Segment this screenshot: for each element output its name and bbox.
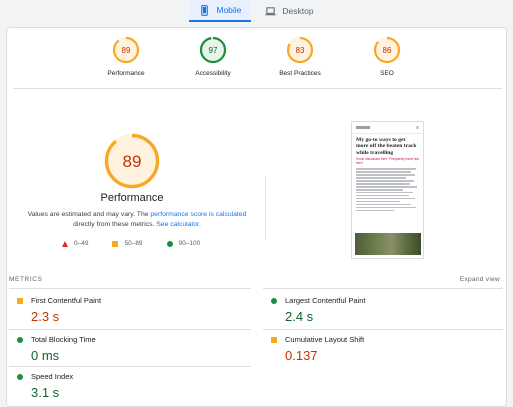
score-ring: 97 [199,36,227,64]
preview-text-line [356,180,414,182]
average-square-icon [271,336,277,343]
gauge-label: Best Practices [279,70,321,77]
average-square-icon [112,240,119,247]
preview-text-line [356,204,412,206]
preview-headline: My go-to ways to get more off the beaten… [356,137,417,156]
legend-average: 50–89 [112,240,143,247]
menu-icon: ≡ [416,124,419,131]
tab-mobile[interactable]: Mobile [189,0,252,22]
preview-text-line [356,174,416,176]
metric-value: 3.1 s [31,385,60,400]
score-ring: 89 [112,36,140,64]
metric-divider [9,329,251,330]
preview-logo [356,126,370,129]
legend-pass: 90–100 [166,240,201,247]
performance-score-link[interactable]: performance score is calculated [150,211,246,218]
average-square-icon [17,297,23,304]
laptop-icon [265,6,276,15]
metric-largest-contentful-paint: Largest Contentful Paint 2.4 s [271,296,501,324]
metric-first-contentful-paint: First Contentful Paint 2.3 s [17,296,247,324]
score-ring: 86 [373,36,401,64]
preview-text-line [356,201,401,203]
pass-circle-icon [166,240,173,247]
expand-view-toggle[interactable]: Expand view [460,276,500,283]
pass-circle-icon [17,373,23,380]
score-value: 89 [122,46,131,55]
legend-fail-range: 0–49 [74,240,89,247]
metric-name: Cumulative Layout Shift [285,335,365,344]
score-note: Values are estimated and may vary. The p… [19,210,255,230]
score-ring: 83 [286,36,314,64]
fail-triangle-icon [62,240,68,247]
performance-title: Performance [100,192,164,204]
preview-text-line [356,186,418,188]
gauge-label: Performance [107,70,145,77]
performance-big-gauge: 89 [104,133,160,189]
tab-desktop[interactable]: Desktop [255,0,323,22]
gauge-best-practices[interactable]: 83 Best Practices [271,36,329,77]
preview-header: ≡ [352,122,423,134]
preview-text-line [356,210,394,212]
score-legend: 0–49 50–89 90–100 [62,240,200,247]
preview-body-text [352,166,423,212]
preview-text-line [356,183,411,185]
preview-text-line [356,195,409,197]
metric-name: Speed Index [31,372,74,381]
metric-divider [263,329,503,330]
metric-name: Total Blocking Time [31,335,96,344]
preview-text-line [356,171,412,173]
pass-circle-icon [17,336,23,343]
metric-divider [263,288,503,289]
gauge-accessibility[interactable]: 97 Accessibility [184,36,242,77]
device-tabs: Mobile Desktop [0,0,513,24]
metric-divider [9,288,251,289]
score-value: 86 [383,46,392,55]
metrics-heading: METRICS [9,276,43,283]
note-text-1: Values are estimated and may vary. The [27,211,151,218]
preview-text-line [356,189,403,191]
preview-text-line [356,168,417,170]
gauge-seo[interactable]: 86 SEO [358,36,416,77]
preview-text-line [356,207,416,209]
score-value: 83 [296,46,305,55]
legend-pass-range: 90–100 [178,240,201,247]
page-screenshot-preview: ≡ My go-to ways to get more off the beat… [351,121,424,259]
vertical-divider [265,176,266,240]
metric-name: First Contentful Paint [31,296,102,305]
preview-image [355,233,421,255]
metric-value: 0 ms [31,348,60,363]
preview-subline: Some discussion here "Frequently travel … [356,157,419,166]
metric-divider [9,366,251,367]
metric-speed-index: Speed Index 3.1 s [17,372,247,400]
preview-text-line [356,198,415,200]
score-value: 97 [209,46,218,55]
preview-text-line [356,177,407,179]
performance-big-score: 89 [123,152,142,171]
pass-circle-icon [271,297,277,304]
gauge-performance[interactable]: 89 Performance [97,36,155,77]
legend-average-range: 50–89 [124,240,143,247]
tab-mobile-label: Mobile [216,5,242,15]
metric-total-blocking-time: Total Blocking Time 0 ms [17,335,247,363]
smartphone-icon [201,4,209,16]
see-calculator-link[interactable]: See calculator. [156,221,201,228]
metric-value: 2.3 s [31,309,60,324]
gauge-label: Accessibility [195,70,231,77]
metric-value: 0.137 [285,348,318,363]
legend-fail: 0–49 [62,240,88,247]
metric-name: Largest Contentful Paint [285,296,366,305]
gauge-label: SEO [380,70,394,77]
preview-text-line [356,192,413,194]
tab-desktop-label: Desktop [282,6,314,16]
metric-cumulative-layout-shift: Cumulative Layout Shift 0.137 [271,335,501,363]
category-gauges: 89 Performance 97 Accessibility 83 Best … [7,36,506,77]
report-card: 89 Performance 97 Accessibility 83 Best … [6,27,507,407]
metric-value: 2.4 s [285,309,314,324]
note-text-2: directly from these metrics. [73,221,157,228]
section-divider [13,88,502,89]
